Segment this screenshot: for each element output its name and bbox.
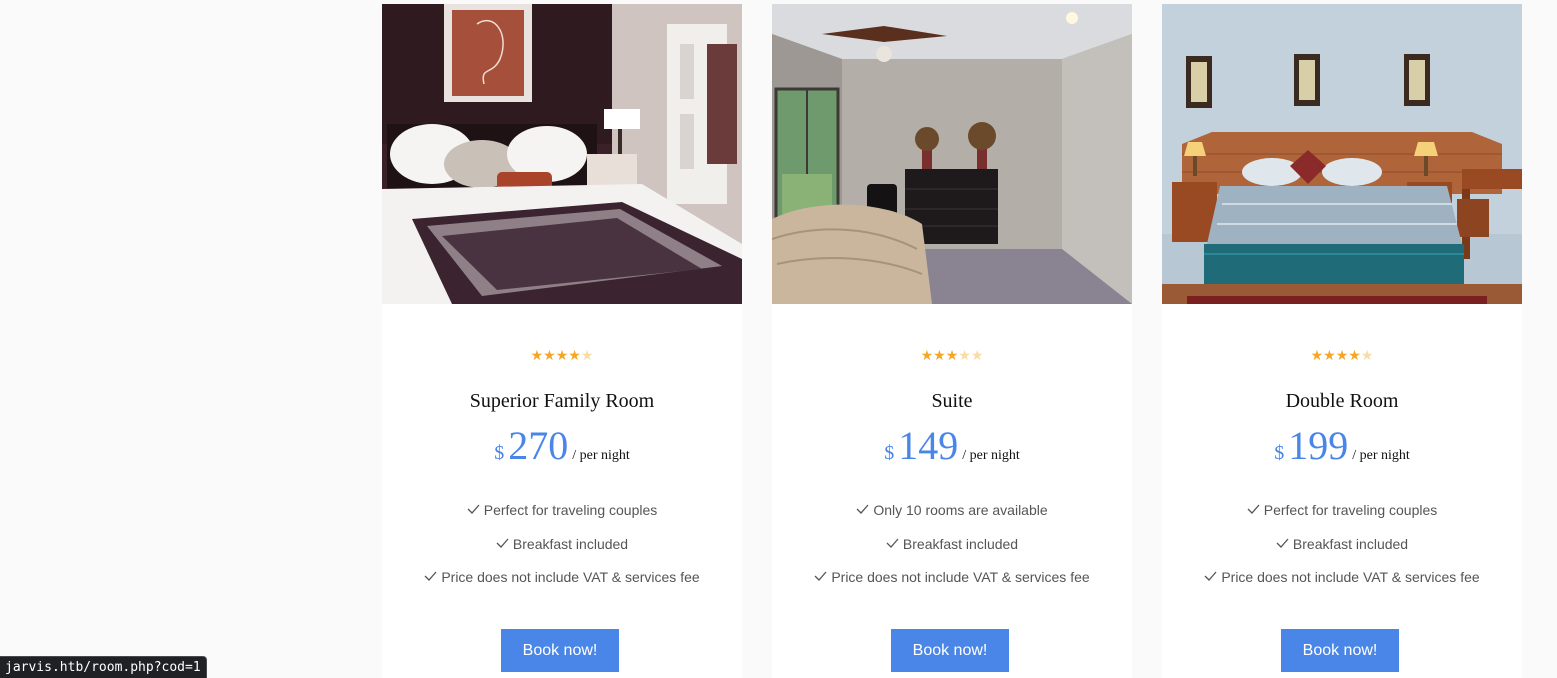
- room-price: $ 149 / per night: [772, 424, 1132, 478]
- feature-text: Price does not include VAT & services fe…: [441, 569, 700, 585]
- book-now-button[interactable]: Book now!: [1281, 629, 1399, 672]
- feature-text: Perfect for traveling couples: [483, 502, 658, 518]
- check-icon: [1276, 538, 1289, 548]
- star-icon: ★: [945, 348, 959, 364]
- feature-text: Breakfast included: [1292, 535, 1409, 552]
- price-amount: 270: [508, 423, 569, 468]
- feature-item: Breakfast included: [1162, 534, 1522, 568]
- star-icon: ★: [933, 348, 946, 364]
- feature-text: Breakfast included: [512, 535, 629, 552]
- room-photo-suite[interactable]: [772, 4, 1132, 304]
- price-currency: $: [1274, 442, 1285, 464]
- check-icon: [496, 538, 509, 548]
- star-empty-icon: ★: [958, 348, 971, 364]
- price-unit: / per night: [962, 448, 1020, 463]
- room-price: $ 270 / per night: [382, 424, 742, 478]
- room-features: Perfect for traveling couples Breakfast …: [1162, 500, 1522, 601]
- star-icon: ★: [920, 348, 934, 364]
- feature-item: Price does not include VAT & services fe…: [382, 567, 742, 601]
- feature-text: Price does not include VAT & services fe…: [1221, 569, 1480, 585]
- room-title: Suite: [931, 390, 973, 412]
- feature-text: Breakfast included: [902, 535, 1019, 552]
- hotel-bedroom-image: [382, 4, 742, 304]
- room-title: Superior Family Room: [469, 390, 655, 412]
- check-icon: [886, 538, 899, 548]
- room-features: Perfect for traveling couples Breakfast …: [382, 500, 742, 601]
- price-currency: $: [884, 442, 895, 464]
- price-currency: $: [494, 442, 505, 464]
- page: ★★★★★ Superior Family Room $ 270 / per n…: [0, 0, 1557, 678]
- price-unit: / per night: [1352, 448, 1410, 463]
- star-empty-icon: ★: [970, 348, 984, 364]
- star-icon: ★: [1335, 348, 1349, 364]
- price-unit: / per night: [572, 448, 630, 463]
- price-amount: 199: [1288, 423, 1349, 468]
- book-now-button[interactable]: Book now!: [501, 629, 619, 672]
- star-icon: ★: [1323, 348, 1336, 364]
- feature-item: Price does not include VAT & services fe…: [1162, 567, 1522, 601]
- star-icon: ★: [530, 348, 544, 364]
- room-photo-superior-family[interactable]: [382, 4, 742, 304]
- star-rating: ★★★★★: [772, 347, 1132, 364]
- star-icon: ★: [1310, 348, 1324, 364]
- price-amount: 149: [898, 423, 959, 468]
- feature-item: Breakfast included: [382, 534, 742, 568]
- star-empty-icon: ★: [1360, 348, 1374, 364]
- check-icon: [814, 571, 827, 581]
- star-rating: ★★★★★: [382, 347, 742, 364]
- suite-bedroom-image: [772, 4, 1132, 304]
- feature-text: Only 10 rooms are available: [873, 502, 1048, 518]
- status-bar-url: jarvis.htb/room.php?cod=1: [0, 656, 207, 678]
- star-icon: ★: [1348, 348, 1361, 364]
- room-card-superior-family: ★★★★★ Superior Family Room $ 270 / per n…: [382, 4, 742, 678]
- room-features: Only 10 rooms are available Breakfast in…: [772, 500, 1132, 601]
- star-empty-icon: ★: [580, 348, 594, 364]
- feature-item: Perfect for traveling couples: [382, 500, 742, 534]
- book-now-button[interactable]: Book now!: [891, 629, 1009, 672]
- check-icon: [856, 504, 869, 514]
- feature-text: Perfect for traveling couples: [1263, 502, 1438, 518]
- check-icon: [467, 504, 480, 514]
- room-photo-double[interactable]: [1162, 4, 1522, 304]
- check-icon: [1247, 504, 1260, 514]
- check-icon: [424, 571, 437, 581]
- star-icon: ★: [543, 348, 556, 364]
- star-icon: ★: [568, 348, 581, 364]
- double-room-image: [1162, 4, 1522, 304]
- star-icon: ★: [555, 348, 569, 364]
- feature-item: Price does not include VAT & services fe…: [772, 567, 1132, 601]
- star-rating: ★★★★★: [1162, 347, 1522, 364]
- room-card-double: ★★★★★ Double Room $ 199 / per night Perf…: [1162, 4, 1522, 678]
- room-card-suite: ★★★★★ Suite $ 149 / per night Only 10 ro…: [772, 4, 1132, 678]
- feature-item: Breakfast included: [772, 534, 1132, 568]
- feature-text: Price does not include VAT & services fe…: [831, 569, 1090, 585]
- check-icon: [1204, 571, 1217, 581]
- feature-item: Only 10 rooms are available: [772, 500, 1132, 534]
- feature-item: Perfect for traveling couples: [1162, 500, 1522, 534]
- room-title: Double Room: [1285, 390, 1399, 412]
- room-price: $ 199 / per night: [1162, 424, 1522, 478]
